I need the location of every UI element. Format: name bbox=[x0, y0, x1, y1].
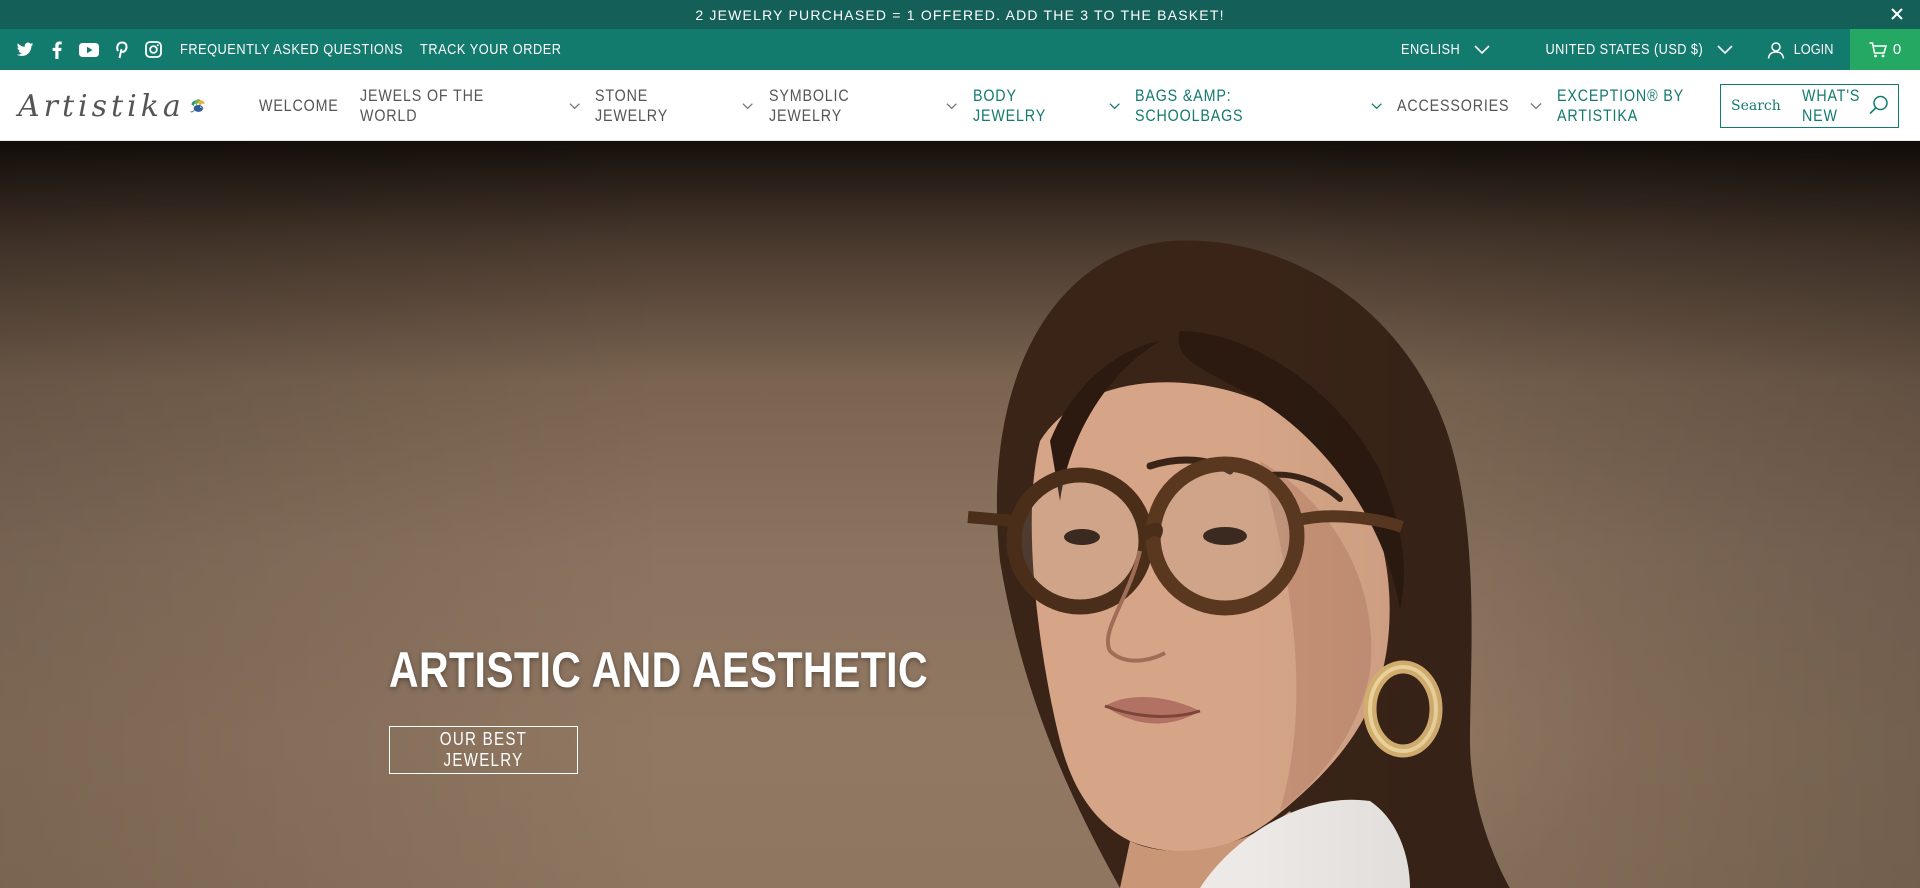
nav-label: WELCOME bbox=[259, 95, 339, 115]
instagram-icon[interactable] bbox=[142, 39, 164, 61]
cart-button[interactable]: 0 bbox=[1850, 29, 1920, 70]
facebook-icon[interactable] bbox=[46, 39, 68, 61]
nav-label: JEWELS OF THE WORLD bbox=[359, 85, 484, 125]
nav-bags-schoolbags[interactable]: BAGS &AMP: SCHOOLBAGS bbox=[1135, 86, 1383, 126]
faq-link[interactable]: FREQUENTLY ASKED QUESTIONS bbox=[180, 42, 403, 58]
nav-label: BODY JEWELRY bbox=[972, 85, 1046, 125]
nav-body-jewelry[interactable]: BODY JEWELRY bbox=[973, 86, 1121, 126]
nav-label: BAGS &AMP: SCHOOLBAGS bbox=[1134, 85, 1244, 125]
bird-logo-icon bbox=[190, 99, 205, 113]
search-box bbox=[1720, 84, 1899, 128]
main-nav: WELCOME JEWELS OF THE WORLD STONE JEWELR… bbox=[259, 70, 1920, 141]
nav-label: ACCESSORIES bbox=[1396, 95, 1510, 115]
youtube-icon[interactable] bbox=[78, 39, 100, 61]
site-logo[interactable]: Artistika bbox=[18, 84, 206, 128]
language-value: ENGLISH bbox=[1400, 41, 1460, 58]
announcement-bar: 2 JEWELRY PURCHASED = 1 OFFERED. ADD THE… bbox=[0, 0, 1920, 29]
cart-count: 0 bbox=[1892, 41, 1902, 58]
social-links bbox=[14, 39, 164, 61]
nav-label: SYMBOLIC JEWELRY bbox=[768, 85, 850, 125]
hero-overlay bbox=[0, 141, 1920, 888]
language-selector[interactable]: ENGLISH bbox=[1393, 42, 1490, 58]
search-input[interactable] bbox=[1721, 86, 1861, 126]
chevron-down-icon bbox=[946, 102, 958, 109]
chevron-down-icon bbox=[1717, 44, 1733, 54]
chevron-down-icon bbox=[742, 102, 754, 109]
currency-value: UNITED STATES (USD $) bbox=[1545, 41, 1703, 58]
best-jewelry-button[interactable]: OUR BEST JEWELRY bbox=[389, 726, 578, 774]
nav-stone-jewelry[interactable]: STONE JEWELRY bbox=[595, 86, 754, 126]
twitter-icon[interactable] bbox=[14, 39, 36, 61]
logo-wordmark: Artistika bbox=[18, 88, 185, 124]
chevron-down-icon bbox=[1474, 44, 1490, 54]
hero-button-label: OUR BEST JEWELRY bbox=[439, 729, 528, 770]
login-label: LOGIN bbox=[1793, 41, 1834, 58]
login-link[interactable]: LOGIN bbox=[1767, 41, 1836, 59]
nav-accessories[interactable]: ACCESSORIES bbox=[1397, 96, 1543, 116]
top-utility-bar: FREQUENTLY ASKED QUESTIONS TRACK YOUR OR… bbox=[0, 29, 1920, 70]
nav-label: STONE JEWELRY bbox=[595, 85, 669, 125]
track-order-link[interactable]: TRACK YOUR ORDER bbox=[420, 42, 562, 58]
chevron-down-icon bbox=[1371, 102, 1382, 109]
pinterest-icon[interactable] bbox=[110, 39, 132, 61]
nav-symbolic-jewelry[interactable]: SYMBOLIC JEWELRY bbox=[769, 86, 959, 126]
search-icon[interactable] bbox=[1868, 94, 1890, 116]
announcement-text: 2 JEWELRY PURCHASED = 1 OFFERED. ADD THE… bbox=[695, 6, 1225, 23]
chevron-down-icon bbox=[569, 102, 580, 109]
chevron-down-icon bbox=[1530, 102, 1542, 109]
hero-banner: ARTISTIC AND AESTHETIC OUR BEST JEWELRY bbox=[0, 141, 1920, 888]
nav-welcome[interactable]: WELCOME bbox=[259, 96, 346, 116]
nav-jewels-of-the-world[interactable]: JEWELS OF THE WORLD bbox=[360, 86, 582, 126]
user-icon bbox=[1767, 41, 1785, 59]
site-header: Artistika WELCOME JEWELS OF THE WORLD ST… bbox=[0, 70, 1920, 141]
chevron-down-icon bbox=[1109, 102, 1120, 109]
currency-selector[interactable]: UNITED STATES (USD $) bbox=[1524, 42, 1733, 58]
cart-icon bbox=[1869, 41, 1887, 57]
hero-title: ARTISTIC AND AESTHETIC bbox=[389, 642, 928, 698]
close-icon[interactable] bbox=[1888, 5, 1906, 23]
